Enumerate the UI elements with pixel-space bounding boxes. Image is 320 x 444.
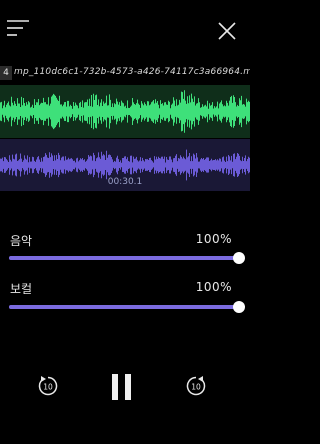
rewind-10-icon[interactable]: 10 <box>36 374 60 398</box>
music-volume-label: 음악 <box>10 234 33 248</box>
waveform-bars <box>0 149 250 181</box>
slider-thumb[interactable] <box>233 252 245 264</box>
forward-seconds-label: 10 <box>191 383 201 392</box>
vocal-volume-slider[interactable] <box>9 301 245 313</box>
forward-10-icon[interactable]: 10 <box>184 374 208 398</box>
track-filename: mp_110dc6c1-732b-4573-a426-74117c3a66964… <box>14 67 250 77</box>
music-volume-value: 100% <box>195 232 232 246</box>
menu-icon[interactable] <box>6 18 30 38</box>
playback-timestamp: 00:30.1 <box>107 177 143 187</box>
waveform-bars <box>0 90 250 133</box>
slider-fill <box>9 256 239 260</box>
close-icon[interactable] <box>216 20 238 42</box>
pause-button[interactable] <box>109 372 135 402</box>
top-bar <box>0 0 250 60</box>
music-waveform[interactable] <box>0 85 250 138</box>
track-number: 4 <box>0 66 12 80</box>
playback-controls: 10 10 <box>0 368 250 408</box>
music-volume-slider[interactable] <box>9 252 245 264</box>
pause-icon <box>112 374 131 400</box>
vocal-volume-value: 100% <box>195 280 232 294</box>
slider-thumb[interactable] <box>233 301 245 313</box>
vocal-volume-label: 보컬 <box>10 282 33 296</box>
slider-fill <box>9 305 239 309</box>
rewind-seconds-label: 10 <box>43 383 53 392</box>
track-title-row: 4 mp_110dc6c1-732b-4573-a426-74117c3a669… <box>0 64 250 84</box>
